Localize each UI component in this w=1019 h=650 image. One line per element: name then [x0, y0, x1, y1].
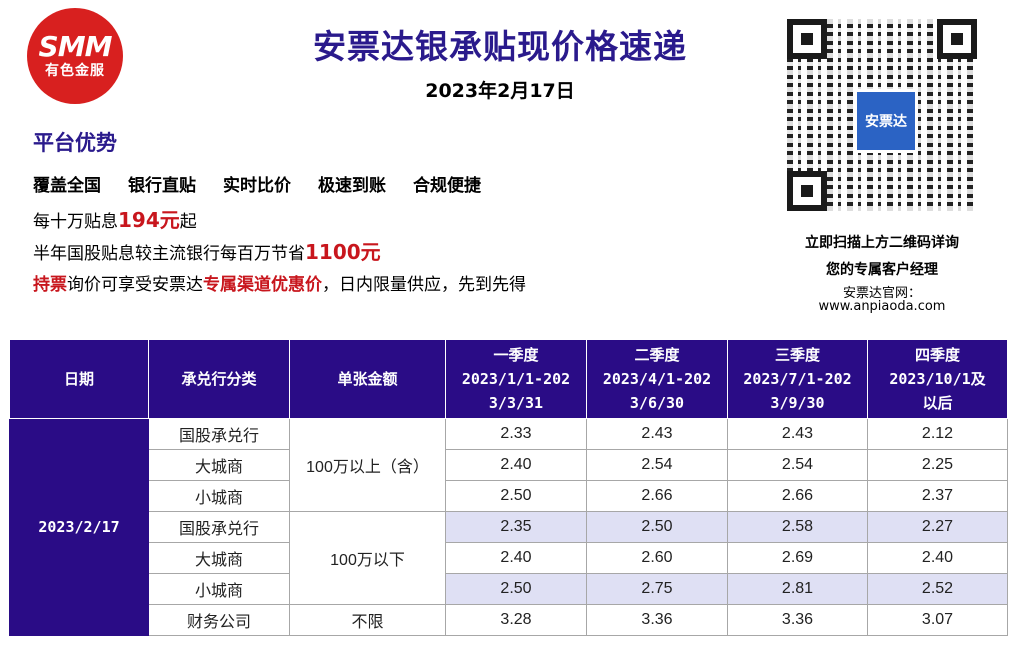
table-row: 财务公司 不限 3.28 3.36 3.36 3.07 — [10, 604, 1008, 636]
discount-post: 起 — [179, 212, 197, 232]
promo-b: 询价可享受安票达 — [67, 275, 203, 295]
rate-cell: 2.66 — [586, 480, 728, 512]
qr-code: 安票达 — [787, 19, 977, 211]
discount-pre: 每十万贴息 — [33, 212, 118, 232]
category-cell: 小城商 — [148, 573, 290, 605]
feature-item: 合规便捷 — [413, 176, 481, 196]
saving-pre: 半年国股贴息较主流银行每百万节省 — [33, 244, 305, 264]
rate-cell: 3.36 — [727, 604, 868, 636]
rate-cell: 2.12 — [867, 418, 1008, 450]
table-row: 小城商 2.50 2.66 2.66 2.37 — [10, 480, 1008, 512]
table-row: 2023/2/17 国股承兑行 100万以上（含） 2.33 2.43 2.43… — [9, 418, 1008, 636]
feature-item: 银行直贴 — [128, 176, 196, 196]
advantages-title: 平台优势 — [33, 131, 117, 155]
rate-cell: 2.37 — [867, 480, 1008, 512]
rate-cell: 2.58 — [727, 511, 868, 543]
promo-a: 持票 — [33, 275, 67, 295]
header-date: 日期 — [9, 339, 149, 419]
header-q4: 四季度 2023/10/1及 以后 — [867, 339, 1008, 419]
rate-cell: 2.50 — [445, 480, 587, 512]
rate-cell: 2.81 — [727, 573, 868, 605]
rate-table: 日期 承兑行分类 单张金额 一季度 2023/1/1-202 3/3/31 二季度 2… — [9, 339, 1008, 636]
rate-cell: 2.54 — [727, 449, 868, 481]
rate-cell: 3.07 — [867, 604, 1008, 636]
qr-finder-icon — [787, 171, 827, 211]
header-line: 3/6/30 — [629, 394, 685, 412]
category-cell: 大城商 — [148, 542, 290, 574]
header-line: 3/9/30 — [770, 394, 825, 412]
table-row: 小城商 2.50 2.75 2.81 2.52 — [10, 573, 1008, 605]
logo-sub-text: 有色金服 — [45, 63, 105, 79]
page-date: 2023年2月17日 — [425, 80, 575, 102]
amount-cell: 不限 — [289, 604, 446, 636]
promo-c: 专属渠道优惠价 — [203, 275, 322, 295]
header-line: 二季度 — [634, 346, 680, 364]
header-line: 以后 — [922, 394, 953, 412]
rate-cell: 2.33 — [445, 418, 587, 450]
qr-caption-1: 立即扫描上方二维码详询 — [805, 235, 959, 251]
saving-line: 半年国股贴息较主流银行每百万节省1100元 — [33, 236, 381, 265]
qr-caption-2: 您的专属客户经理 — [826, 262, 938, 278]
rate-cell: 2.25 — [867, 449, 1008, 481]
amount-cell: 100万以下 — [289, 511, 446, 605]
logo-main-text: SMM — [38, 30, 113, 63]
table-row: 大城商 2.40 2.60 2.69 2.40 — [10, 542, 1008, 574]
qr-finder-icon — [787, 19, 827, 59]
feature-item: 实时比价 — [223, 176, 291, 196]
header-line: 2023/1/1-202 — [461, 370, 571, 388]
rate-cell: 2.50 — [586, 511, 728, 543]
header-line: 一季度 — [493, 346, 539, 364]
header-q2: 二季度 2023/4/1-202 3/6/30 — [586, 339, 728, 419]
category-cell: 财务公司 — [148, 604, 290, 636]
website-url[interactable]: www.anpiaoda.com — [780, 299, 984, 314]
rate-cell: 2.40 — [867, 542, 1008, 574]
rate-cell: 2.75 — [586, 573, 728, 605]
qr-center-logo: 安票达 — [854, 89, 918, 153]
discount-value: 194元 — [118, 208, 180, 232]
rate-cell: 3.28 — [445, 604, 587, 636]
rate-cell: 2.43 — [727, 418, 868, 450]
rate-cell: 2.35 — [445, 511, 587, 543]
amount-cell: 100万以上（含） — [289, 418, 446, 512]
rate-cell: 2.40 — [445, 542, 587, 574]
category-cell: 大城商 — [148, 449, 290, 481]
rate-cell: 3.36 — [586, 604, 728, 636]
feature-list: 覆盖全国 银行直贴 实时比价 极速到账 合规便捷 — [33, 171, 508, 196]
rate-cell: 2.52 — [867, 573, 1008, 605]
promo-d: ，日内限量供应，先到先得 — [322, 275, 526, 295]
header-line: 2023/10/1及 — [889, 370, 986, 388]
rate-cell: 2.60 — [586, 542, 728, 574]
rate-cell: 2.50 — [445, 573, 587, 605]
smm-logo: SMM 有色金服 — [27, 8, 123, 104]
rate-cell: 2.54 — [586, 449, 728, 481]
header-line: 2023/4/1-202 — [602, 370, 712, 388]
header-line: 四季度 — [914, 346, 960, 364]
rate-cell: 2.43 — [586, 418, 728, 450]
rate-cell: 2.66 — [727, 480, 868, 512]
category-cell: 小城商 — [148, 480, 290, 512]
saving-value: 1100元 — [305, 240, 381, 264]
feature-item: 覆盖全国 — [33, 176, 101, 196]
qr-finder-icon — [937, 19, 977, 59]
table-row: 国股承兑行 100万以下 2.35 2.50 2.58 2.27 — [10, 511, 1008, 605]
rate-cell: 2.40 — [445, 449, 587, 481]
header-q1: 一季度 2023/1/1-202 3/3/31 — [445, 339, 587, 419]
header-line: 2023/7/1-202 — [743, 370, 852, 388]
table-header-row: 日期 承兑行分类 单张金额 一季度 2023/1/1-202 3/3/31 二季度 2… — [9, 339, 1008, 419]
promo-line: 持票询价可享受安票达专属渠道优惠价，日内限量供应，先到先得 — [33, 270, 526, 295]
header-line: 3/3/31 — [488, 394, 544, 412]
header-line: 三季度 — [774, 346, 820, 364]
feature-item: 极速到账 — [318, 176, 386, 196]
header-q3: 三季度 2023/7/1-202 3/9/30 — [727, 339, 868, 419]
rate-cell: 2.69 — [727, 542, 868, 574]
table-row: 大城商 2.40 2.54 2.54 2.25 — [10, 449, 1008, 481]
category-cell: 国股承兑行 — [148, 511, 290, 543]
header-category: 承兑行分类 — [148, 339, 290, 419]
discount-line: 每十万贴息194元起 — [33, 204, 197, 233]
rate-cell: 2.27 — [867, 511, 1008, 543]
page-title: 安票达银承贴现价格速递 — [313, 27, 687, 66]
category-cell: 国股承兑行 — [148, 418, 290, 450]
header-amount: 单张金额 — [289, 339, 446, 419]
date-cell: 2023/2/17 — [9, 418, 149, 636]
